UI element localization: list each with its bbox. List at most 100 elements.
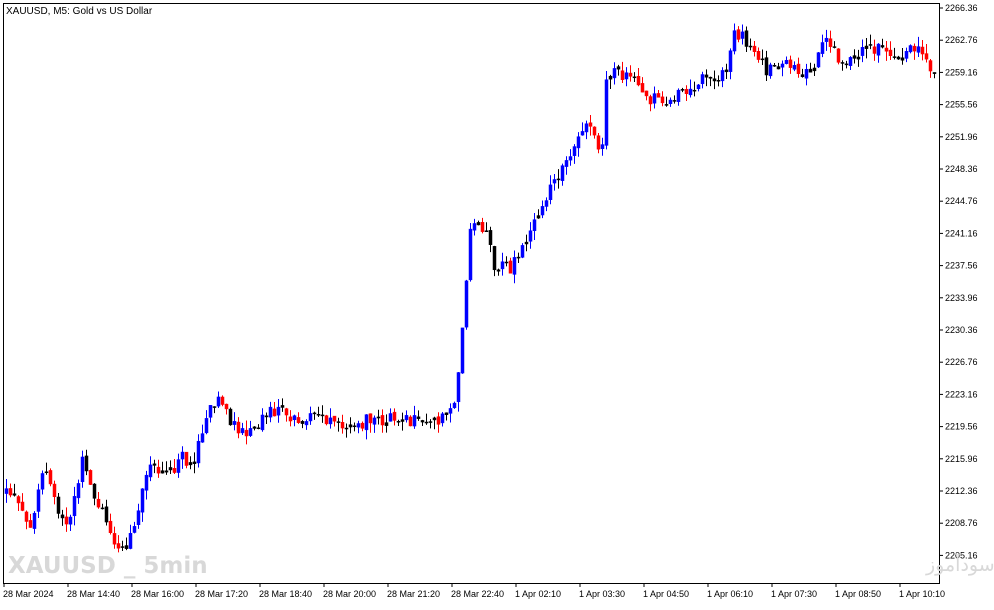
candle-body	[40, 473, 45, 490]
candle-body	[288, 416, 293, 422]
candle-body	[196, 440, 201, 464]
candle-body	[560, 165, 565, 181]
candle-body	[124, 545, 129, 549]
time-tick-label: 1 Apr 07:30	[771, 589, 817, 599]
candle-body	[900, 57, 905, 61]
candle-body	[932, 72, 937, 74]
candle-body	[744, 30, 749, 47]
price-tick-label: 2244.76	[945, 196, 978, 206]
candle-body	[4, 488, 9, 494]
candle[interactable]	[220, 395, 225, 407]
candle-body	[44, 471, 49, 474]
candle-body	[172, 468, 177, 473]
price-tick-label: 2230.36	[945, 325, 978, 335]
candle-body	[616, 66, 621, 70]
candle-body	[384, 422, 389, 426]
time-tick-label: 28 Mar 17:20	[195, 589, 248, 599]
time-tick-label: 1 Apr 06:10	[707, 589, 753, 599]
candle[interactable]	[48, 468, 53, 487]
candle-body	[136, 510, 141, 526]
candle-body	[344, 427, 349, 430]
candle[interactable]	[88, 469, 93, 485]
candle-body	[504, 261, 509, 264]
candle[interactable]	[836, 48, 841, 65]
candle-body	[164, 470, 169, 473]
candle-body	[412, 415, 417, 427]
candle[interactable]	[228, 407, 233, 426]
candle-body	[724, 69, 729, 73]
price-tick-label: 2262.76	[945, 35, 978, 45]
time-tick-label: 1 Apr 10:10	[899, 589, 945, 599]
candle-body	[892, 56, 897, 58]
chart-title: XAUUSD, M5: Gold vs US Dollar	[6, 6, 153, 17]
time-tick-label: 28 Mar 22:40	[451, 589, 504, 599]
candle-body	[200, 433, 205, 443]
candle[interactable]	[604, 70, 609, 150]
candle-body	[736, 29, 741, 40]
candle[interactable]	[816, 51, 821, 68]
candle-body	[148, 464, 153, 478]
candle-body	[756, 51, 761, 60]
candle[interactable]	[464, 279, 469, 330]
candle-body	[680, 89, 685, 91]
price-tick-label: 2219.56	[945, 422, 978, 432]
candlestick-chart-svg[interactable]: 2266.36 2262.76 2259.16 2255.56 2251.96 2248.…	[0, 0, 994, 605]
candle-body	[832, 46, 837, 48]
candle-body	[752, 45, 757, 52]
candle-body	[464, 280, 469, 328]
candle-body	[572, 146, 577, 156]
candle[interactable]	[460, 327, 465, 374]
candle-body	[220, 396, 225, 405]
candle-body	[272, 408, 277, 417]
candle-body	[768, 64, 773, 77]
candle-body	[856, 56, 861, 60]
candle-body	[216, 396, 221, 407]
candle-body	[660, 96, 665, 104]
candle-body	[156, 466, 161, 474]
candle-body	[180, 451, 185, 460]
price-tick-label: 2233.96	[945, 293, 978, 303]
candle-body	[688, 88, 693, 96]
candle-body	[668, 99, 673, 104]
price-tick-label: 2223.16	[945, 389, 978, 399]
candle-body	[700, 74, 705, 85]
price-chart[interactable]: 2266.36 2262.76 2259.16 2255.56 2251.96 2248.…	[0, 0, 994, 605]
price-tick-label: 2266.36	[945, 3, 978, 13]
candle[interactable]	[520, 243, 525, 259]
candle-body	[276, 406, 281, 416]
candle-body	[440, 413, 445, 424]
candle-body	[432, 417, 437, 421]
candle-body	[408, 416, 413, 427]
candle-body	[252, 426, 257, 429]
candle-body	[456, 372, 461, 403]
candle-body	[72, 496, 77, 517]
candle-body	[920, 46, 925, 55]
candle-body	[176, 459, 181, 473]
candle-body	[820, 42, 825, 54]
candle-body	[888, 49, 893, 57]
candle-body	[776, 66, 781, 70]
candle[interactable]	[908, 44, 913, 54]
candle-body	[540, 206, 545, 216]
candle-body	[468, 228, 473, 281]
candle-body	[896, 56, 901, 60]
time-tick-label: 1 Apr 04:50	[643, 589, 689, 599]
candle-body	[388, 413, 393, 422]
candle-body	[728, 50, 733, 72]
candle-body	[424, 421, 429, 424]
candle-body	[868, 44, 873, 46]
candle-body	[836, 48, 841, 63]
candle-body	[84, 455, 89, 472]
candle[interactable]	[408, 415, 413, 427]
candle[interactable]	[468, 223, 473, 282]
candle-body	[80, 456, 85, 483]
candle-body	[48, 470, 53, 485]
candle-body	[672, 100, 677, 102]
time-tick-label: 28 Mar 2024	[3, 589, 54, 599]
candle[interactable]	[324, 414, 329, 426]
candle-body	[496, 269, 501, 272]
price-tick-label: 2237.56	[945, 261, 978, 271]
candle-body	[352, 425, 357, 428]
candle-body	[604, 79, 609, 146]
candle-body	[664, 104, 669, 106]
